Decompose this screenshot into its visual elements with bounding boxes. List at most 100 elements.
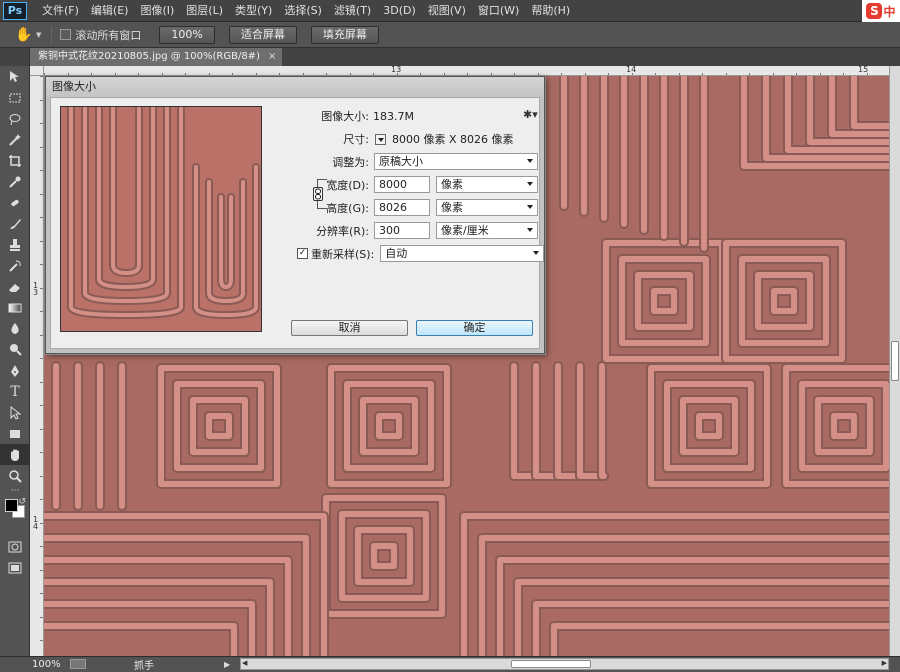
ruler-origin[interactable] bbox=[30, 66, 44, 76]
height-unit-select[interactable]: 像素 bbox=[436, 199, 538, 216]
zoom-level[interactable]: 100% bbox=[32, 659, 62, 670]
rectangle-tool-icon[interactable] bbox=[0, 423, 30, 444]
menu-item-5[interactable]: 选择(S) bbox=[278, 0, 328, 22]
foreground-color-swatch[interactable] bbox=[5, 499, 18, 512]
height-unit-value: 像素 bbox=[441, 201, 463, 214]
height-label: 高度(G): bbox=[326, 201, 369, 215]
hand-tool-icon[interactable] bbox=[0, 444, 30, 465]
move-tool-icon[interactable] bbox=[0, 66, 30, 87]
options-bar: ✋ ▼ 滚动所有窗口 100% 适合屏幕 填充屏幕 bbox=[0, 22, 900, 48]
image-preview[interactable] bbox=[60, 106, 262, 332]
divider bbox=[51, 25, 53, 44]
eyedropper-tool-icon[interactable] bbox=[0, 171, 30, 192]
ellipsis-icon[interactable]: ··· bbox=[0, 486, 30, 496]
resolution-input[interactable]: 300 bbox=[374, 222, 430, 239]
dimensions-value: 8000 像素 X 8026 像素 bbox=[392, 133, 514, 146]
width-unit-value: 像素 bbox=[441, 178, 463, 191]
lasso-tool-icon[interactable] bbox=[0, 108, 30, 129]
scroll-right-arrow-icon[interactable]: ▶ bbox=[882, 659, 887, 667]
gear-icon[interactable]: ✱▾ bbox=[523, 108, 538, 121]
menu-item-9[interactable]: 窗口(W) bbox=[472, 0, 525, 22]
menu-bar: Ps 文件(F) 编辑(E) 图像(I) 图层(L) 类型(Y) 选择(S) 滤镜(T) 3D… bbox=[0, 0, 900, 22]
fit-to-label: 调整为: bbox=[332, 155, 369, 169]
resample-checkbox[interactable]: ✓ bbox=[297, 248, 308, 259]
vertical-ruler[interactable]: 1 3 1 4 bbox=[30, 76, 44, 656]
menu-item-2[interactable]: 图像(I) bbox=[134, 0, 180, 22]
menu-item-8[interactable]: 视图(V) bbox=[422, 0, 472, 22]
ime-indicator[interactable]: S 中 bbox=[862, 0, 900, 22]
dialog-title[interactable]: 图像大小 bbox=[46, 77, 544, 97]
preview-pattern bbox=[61, 107, 261, 331]
document-tab[interactable]: 紫铜中式花纹20210805.jpg @ 100%(RGB/8#) × bbox=[30, 48, 283, 66]
brush-tool-icon[interactable] bbox=[0, 213, 30, 234]
menu-item-1[interactable]: 编辑(E) bbox=[85, 0, 135, 22]
type-tool-icon[interactable]: T bbox=[0, 381, 30, 402]
resample-label: 重新采样(S): bbox=[311, 247, 375, 261]
menu-item-10[interactable]: 帮助(H) bbox=[525, 0, 576, 22]
horizontal-ruler[interactable]: 12131415 bbox=[44, 66, 889, 76]
horizontal-scrollbar[interactable]: ◀ ▶ bbox=[240, 658, 889, 670]
gradient-tool-icon[interactable] bbox=[0, 297, 30, 318]
chevron-down-icon bbox=[527, 182, 533, 186]
close-icon[interactable]: × bbox=[268, 48, 276, 66]
panel-grip[interactable] bbox=[0, 48, 29, 66]
chevron-down-icon bbox=[527, 205, 533, 209]
screen-mode-icon[interactable] bbox=[0, 557, 30, 578]
resolution-label: 分辨率(R): bbox=[316, 224, 369, 238]
resolution-row: 分辨率(R): 300 像素/厘米 bbox=[281, 222, 538, 239]
menu-item-4[interactable]: 类型(Y) bbox=[229, 0, 278, 22]
blur-tool-icon[interactable] bbox=[0, 318, 30, 339]
quick-mask-icon[interactable] bbox=[0, 536, 30, 557]
menu-item-0[interactable]: 文件(F) bbox=[36, 0, 85, 22]
play-arrow-icon[interactable]: ▶ bbox=[224, 660, 230, 669]
status-tool-label: 抓手 bbox=[134, 660, 154, 672]
cancel-button[interactable]: 取消 bbox=[291, 320, 408, 336]
scroll-all-windows-checkbox[interactable] bbox=[60, 29, 72, 40]
magic-wand-tool-icon[interactable] bbox=[0, 129, 30, 150]
eraser-tool-icon[interactable] bbox=[0, 276, 30, 297]
tools-panel: T ··· ↺ bbox=[0, 48, 30, 656]
marquee-tool-icon[interactable] bbox=[0, 87, 30, 108]
menu-item-7[interactable]: 3D(D) bbox=[377, 0, 422, 22]
clone-stamp-tool-icon[interactable] bbox=[0, 234, 30, 255]
vertical-scroll-thumb[interactable] bbox=[891, 341, 899, 381]
resample-row: ✓ 重新采样(S): 自动 bbox=[297, 245, 545, 262]
document-tab-bar: 紫铜中式花纹20210805.jpg @ 100%(RGB/8#) × bbox=[30, 48, 900, 66]
chevron-down-icon bbox=[533, 251, 540, 255]
document-info-icon[interactable] bbox=[70, 659, 86, 669]
fit-to-row: 调整为: 原稿大小 bbox=[281, 153, 538, 170]
resample-select[interactable]: 自动 bbox=[380, 245, 545, 262]
width-input[interactable]: 8000 bbox=[374, 176, 430, 193]
scroll-left-arrow-icon[interactable]: ◀ bbox=[242, 659, 247, 667]
healing-brush-tool-icon[interactable] bbox=[0, 192, 30, 213]
width-row: 宽度(D): 8000 像素 bbox=[281, 176, 538, 193]
height-input[interactable]: 8026 bbox=[374, 199, 430, 216]
width-label: 宽度(D): bbox=[326, 178, 369, 192]
dodge-tool-icon[interactable] bbox=[0, 339, 30, 360]
vertical-scrollbar[interactable] bbox=[889, 66, 900, 656]
fit-screen-button[interactable]: 适合屏幕 bbox=[228, 25, 297, 44]
crop-tool-icon[interactable] bbox=[0, 150, 30, 171]
sogou-icon: S bbox=[866, 3, 883, 19]
zoom-tool-icon[interactable] bbox=[0, 465, 30, 486]
horizontal-scroll-thumb[interactable] bbox=[511, 660, 591, 668]
resolution-unit-value: 像素/厘米 bbox=[441, 224, 489, 237]
ok-button[interactable]: 确定 bbox=[416, 320, 533, 336]
ime-mode-label: 中 bbox=[883, 4, 896, 19]
path-selection-tool-icon[interactable] bbox=[0, 402, 30, 423]
pen-tool-icon[interactable] bbox=[0, 360, 30, 381]
fit-to-value: 原稿大小 bbox=[379, 155, 423, 168]
fill-screen-button[interactable]: 填充屏幕 bbox=[310, 25, 379, 44]
resolution-unit-select[interactable]: 像素/厘米 bbox=[436, 222, 538, 239]
zoom-100-button[interactable]: 100% bbox=[159, 25, 215, 44]
scroll-all-windows-label: 滚动所有窗口 bbox=[75, 28, 142, 42]
menu-item-6[interactable]: 滤镜(T) bbox=[328, 0, 377, 22]
menu-item-3[interactable]: 图层(L) bbox=[180, 0, 229, 22]
history-brush-tool-icon[interactable] bbox=[0, 255, 30, 276]
hand-tool-preset-icon[interactable]: ✋ bbox=[14, 25, 34, 45]
dimensions-unit-dropdown[interactable] bbox=[375, 133, 386, 145]
width-unit-select[interactable]: 像素 bbox=[436, 176, 538, 193]
chevron-down-icon[interactable]: ▼ bbox=[36, 31, 41, 39]
ruler-left-label: 1 4 bbox=[33, 515, 39, 531]
fit-to-select[interactable]: 原稿大小 bbox=[374, 153, 538, 170]
